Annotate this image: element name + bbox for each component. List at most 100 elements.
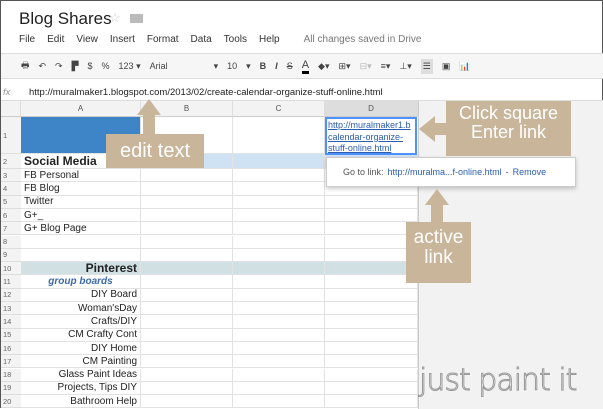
- cell[interactable]: [233, 208, 325, 223]
- cell[interactable]: [325, 302, 418, 316]
- cell[interactable]: [233, 302, 325, 316]
- row-header[interactable]: 19: [1, 381, 21, 396]
- cell[interactable]: [141, 395, 233, 409]
- cell-a[interactable]: G+_: [21, 208, 141, 223]
- cell[interactable]: [233, 248, 325, 263]
- cell[interactable]: [141, 195, 233, 209]
- row-header[interactable]: 18: [1, 368, 21, 382]
- cell[interactable]: [233, 182, 325, 196]
- cell[interactable]: [233, 355, 325, 369]
- row-header[interactable]: 3: [1, 169, 21, 183]
- menu-data[interactable]: Data: [191, 34, 212, 45]
- corner-cell[interactable]: [1, 101, 21, 117]
- cell-a[interactable]: [21, 248, 141, 263]
- italic-button[interactable]: I: [275, 61, 278, 71]
- cell[interactable]: [141, 262, 233, 276]
- cell[interactable]: [141, 328, 233, 342]
- row-header[interactable]: 16: [1, 341, 21, 356]
- cell[interactable]: [325, 208, 418, 223]
- valign-icon[interactable]: ⊥▾: [399, 61, 411, 72]
- cell-a[interactable]: [21, 235, 141, 249]
- cell[interactable]: [325, 288, 418, 302]
- currency-button[interactable]: $: [88, 61, 93, 71]
- cell-a[interactable]: FB Blog: [21, 182, 141, 196]
- formula-input[interactable]: http://muralmaker1.blogspot.com/2013/02/…: [29, 87, 383, 98]
- cell[interactable]: [233, 315, 325, 329]
- star-icon[interactable]: ☆: [109, 10, 121, 26]
- cell[interactable]: [141, 222, 233, 236]
- cell-a[interactable]: CM Painting: [21, 355, 141, 369]
- cell[interactable]: [325, 315, 418, 329]
- cell-a[interactable]: Twitter: [21, 195, 141, 209]
- cell[interactable]: [325, 262, 418, 276]
- cell[interactable]: [325, 275, 418, 289]
- cell[interactable]: [325, 341, 418, 356]
- print-icon[interactable]: 🖶: [21, 58, 30, 74]
- cell[interactable]: [141, 288, 233, 302]
- row-header[interactable]: 5: [1, 195, 21, 209]
- cell-a[interactable]: G+ Blog Page: [21, 222, 141, 236]
- row-header[interactable]: 15: [1, 328, 21, 342]
- cell[interactable]: [141, 302, 233, 316]
- wrap-text-icon[interactable]: ☰: [420, 58, 433, 74]
- cell[interactable]: [325, 248, 418, 263]
- cell[interactable]: [325, 235, 418, 249]
- link-cell-d1[interactable]: http://muralmaker1.b calendar-organize-s…: [325, 117, 417, 155]
- cell[interactable]: [233, 154, 325, 169]
- cell-a[interactable]: Pinterest: [21, 262, 141, 276]
- cell[interactable]: [141, 235, 233, 249]
- row-header[interactable]: 2: [1, 154, 21, 169]
- cell[interactable]: [141, 381, 233, 396]
- chart-icon[interactable]: 📊: [459, 61, 470, 72]
- cell[interactable]: [233, 341, 325, 356]
- cell[interactable]: [325, 355, 418, 369]
- document-title[interactable]: Blog Shares: [19, 9, 112, 29]
- row-header[interactable]: 6: [1, 208, 21, 223]
- row-header[interactable]: 4: [1, 182, 21, 196]
- align-icon[interactable]: ≡▾: [381, 61, 391, 72]
- cell[interactable]: [325, 222, 418, 236]
- cell[interactable]: [233, 169, 325, 183]
- cell[interactable]: [233, 381, 325, 396]
- cell-a[interactable]: DIY Home: [21, 341, 141, 356]
- chevron-down-icon[interactable]: ▾: [246, 61, 251, 72]
- cell[interactable]: [141, 182, 233, 196]
- cell[interactable]: [233, 275, 325, 289]
- percent-button[interactable]: %: [102, 61, 110, 71]
- menu-format[interactable]: Format: [147, 34, 179, 45]
- cell[interactable]: [233, 328, 325, 342]
- chevron-down-icon[interactable]: ▾: [214, 61, 219, 72]
- menu-insert[interactable]: Insert: [110, 34, 135, 45]
- cell[interactable]: [141, 248, 233, 263]
- cell-a[interactable]: Glass Paint Ideas: [21, 368, 141, 382]
- cell[interactable]: [325, 328, 418, 342]
- cell[interactable]: [141, 341, 233, 356]
- cell[interactable]: [141, 355, 233, 369]
- cell[interactable]: [233, 288, 325, 302]
- row-header[interactable]: 9: [1, 248, 21, 263]
- menu-view[interactable]: View: [76, 34, 98, 45]
- cell[interactable]: [325, 195, 418, 209]
- menu-tools[interactable]: Tools: [224, 34, 247, 45]
- cell-a[interactable]: Bathroom Help: [21, 395, 141, 409]
- remove-link-button[interactable]: Remove: [513, 167, 547, 177]
- row-header[interactable]: 13: [1, 302, 21, 316]
- row-header[interactable]: 14: [1, 315, 21, 329]
- paint-format-icon[interactable]: ▛: [72, 61, 79, 72]
- cell-a[interactable]: group boards: [21, 275, 141, 289]
- cell-a[interactable]: Woman'sDay: [21, 302, 141, 316]
- font-size-select[interactable]: 10: [227, 61, 237, 71]
- cell[interactable]: [233, 262, 325, 276]
- borders-icon[interactable]: ⊞▾: [339, 61, 351, 72]
- column-header-d[interactable]: D: [325, 101, 418, 117]
- strikethrough-button[interactable]: S: [287, 61, 293, 71]
- folder-icon[interactable]: [130, 14, 143, 23]
- text-color-button[interactable]: A: [301, 59, 310, 74]
- cell[interactable]: [233, 195, 325, 209]
- cell[interactable]: [141, 169, 233, 183]
- undo-icon[interactable]: ↶: [39, 61, 47, 72]
- row-header[interactable]: 11: [1, 275, 21, 289]
- cell[interactable]: [233, 368, 325, 382]
- row-header[interactable]: 17: [1, 355, 21, 369]
- cell-a[interactable]: FB Personal: [21, 169, 141, 183]
